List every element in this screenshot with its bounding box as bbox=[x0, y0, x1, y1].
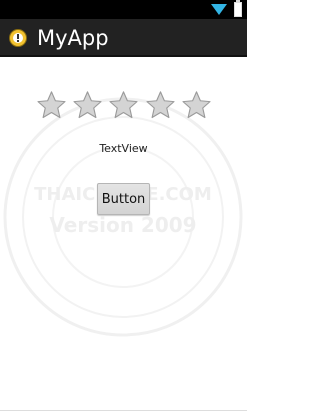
text-view: TextView bbox=[99, 142, 148, 155]
rating-star[interactable] bbox=[106, 88, 142, 122]
app-title: MyApp bbox=[37, 26, 109, 50]
bottom-divider bbox=[0, 410, 247, 411]
star-icon bbox=[146, 91, 175, 119]
svg-text:Version 2009: Version 2009 bbox=[49, 213, 196, 237]
app-logo-icon[interactable] bbox=[9, 29, 27, 47]
app-screen: MyApp THAICREATE.COM Version 2009 TextVi… bbox=[0, 0, 247, 415]
star-icon bbox=[73, 91, 102, 119]
star-icon bbox=[182, 91, 211, 119]
rating-star[interactable] bbox=[179, 88, 215, 122]
rating-star[interactable] bbox=[142, 88, 178, 122]
star-icon bbox=[37, 91, 66, 119]
rating-star[interactable] bbox=[69, 88, 105, 122]
battery-icon bbox=[234, 0, 242, 17]
action-bar: MyApp bbox=[0, 19, 247, 57]
rating-bar[interactable] bbox=[33, 88, 215, 122]
star-icon bbox=[109, 91, 139, 119]
status-bar bbox=[0, 0, 247, 19]
main-button[interactable]: Button bbox=[97, 183, 150, 215]
wifi-icon bbox=[211, 4, 227, 15]
rating-star[interactable] bbox=[33, 88, 69, 122]
